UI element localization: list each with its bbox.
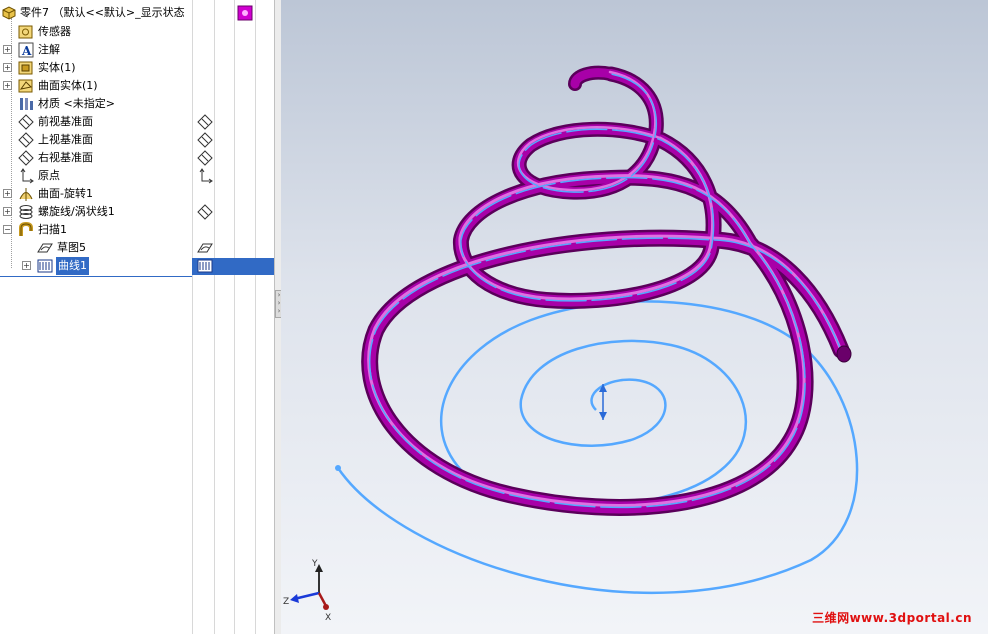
sweep-icon — [18, 222, 34, 238]
column-divider — [234, 0, 235, 634]
part-icon — [1, 5, 17, 21]
plane-icon — [18, 150, 34, 166]
tree-item-label: 右视基准面 — [38, 151, 93, 164]
solid-body-icon — [18, 60, 34, 76]
material-icon — [18, 96, 34, 112]
tree-item-label: 上视基准面 — [38, 133, 93, 146]
tree-item-label: 传感器 — [38, 25, 71, 38]
tree-item-right-plane[interactable]: 右视基准面 — [0, 149, 192, 167]
collapse-toggle[interactable]: − — [3, 225, 12, 234]
surface-body-icon — [18, 78, 34, 94]
model-view[interactable]: Y Z X — [281, 0, 988, 634]
tree-item-helix[interactable]: + 螺旋线/涡状线1 — [0, 203, 192, 221]
expand-toggle[interactable]: + — [3, 81, 12, 90]
display-state-icon[interactable] — [237, 5, 253, 21]
expand-toggle[interactable]: + — [3, 207, 12, 216]
svg-text:A: A — [21, 44, 32, 58]
tree-end-divider — [0, 276, 192, 277]
tree-item-origin[interactable]: 原点 — [0, 167, 192, 185]
watermark-text: 三维网www.3dportal.cn — [812, 611, 972, 625]
tree-item-revolve-surface[interactable]: + 曲面-旋转1 — [0, 185, 192, 203]
tree-item-solid-bodies[interactable]: + 实体(1) — [0, 59, 192, 77]
plane-icon — [197, 132, 213, 148]
triad-x-label: X — [325, 613, 331, 623]
triad-y-label: Y — [311, 559, 318, 569]
helix-icon — [18, 204, 34, 220]
expand-toggle[interactable]: + — [3, 63, 12, 72]
plane-icon — [197, 204, 213, 220]
expand-toggle[interactable]: + — [3, 45, 12, 54]
tree-item-material[interactable]: 材质 <未指定> — [0, 95, 192, 113]
column-divider — [255, 0, 256, 634]
origin-icon — [18, 168, 34, 184]
origin-marker — [599, 384, 607, 420]
tree-item-label: 螺旋线/涡状线1 — [38, 205, 115, 218]
plane-icon — [197, 114, 213, 130]
expand-toggle[interactable]: + — [3, 189, 12, 198]
tree-item-top-plane[interactable]: 上视基准面 — [0, 131, 192, 149]
tree-root-label: 零件7 （默认<<默认>_显示状态 — [20, 6, 185, 19]
curve-icon — [37, 258, 53, 274]
plane-icon — [18, 114, 34, 130]
tree-item-label: 材质 <未指定> — [38, 97, 115, 110]
tree-item-sensors[interactable]: 传感器 — [0, 23, 192, 41]
column-divider — [214, 0, 215, 634]
feature-manager-tree: 零件7 （默认<<默认>_显示状态 传感器 + A 注解 + 实体(1) + 曲… — [0, 0, 275, 634]
origin-icon — [197, 168, 213, 184]
tree-item-label: 实体(1) — [38, 61, 76, 74]
view-orientation-triad: Y Z X — [283, 559, 331, 623]
tree-item-label: 扫描1 — [38, 223, 67, 236]
tree-item-label: 注解 — [38, 43, 60, 56]
triad-z-label: Z — [283, 597, 289, 607]
tree-item-label: 前视基准面 — [38, 115, 93, 128]
tree-item-sweep[interactable]: − 扫描1 — [0, 221, 192, 239]
column-divider — [192, 0, 193, 634]
tree-item-surface-bodies[interactable]: + 曲面实体(1) — [0, 77, 192, 95]
curve-icon — [197, 258, 213, 274]
tree-item-front-plane[interactable]: 前视基准面 — [0, 113, 192, 131]
tree-item-sketch5[interactable]: 草图5 — [0, 239, 192, 257]
expand-toggle[interactable]: + — [22, 261, 31, 270]
tree-item-label: 草图5 — [57, 241, 86, 254]
revolve-surface-icon — [18, 186, 34, 202]
tree-root-part[interactable]: 零件7 （默认<<默认>_显示状态 — [0, 4, 192, 22]
plane-icon — [18, 132, 34, 148]
conical-spring[interactable] — [361, 65, 852, 516]
tree-item-label: 曲线1 — [56, 257, 89, 275]
tree-item-label: 曲面-旋转1 — [38, 187, 93, 200]
tree-item-curve1[interactable]: + 曲线1 — [0, 257, 192, 275]
tree-item-label: 曲面实体(1) — [38, 79, 98, 92]
tree-item-annotations[interactable]: + A 注解 — [0, 41, 192, 59]
annotation-icon: A — [18, 42, 34, 58]
sketch-icon — [37, 240, 53, 256]
spiral-endpoint[interactable] — [335, 465, 341, 471]
tree-item-label: 原点 — [38, 169, 60, 182]
sensor-icon — [18, 24, 34, 40]
graphics-viewport[interactable]: Y Z X 三维网www.3dportal.cn — [281, 0, 988, 634]
plane-icon — [197, 150, 213, 166]
sketch-icon — [197, 240, 213, 256]
